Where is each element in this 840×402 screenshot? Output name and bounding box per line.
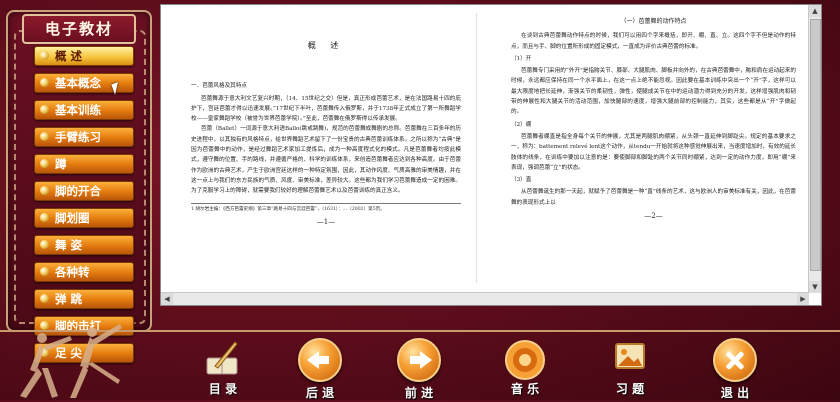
nav-label: 音 乐 — [510, 382, 540, 396]
bullet-icon — [40, 78, 49, 87]
nav-label: 习 题 — [615, 382, 645, 396]
sidebar-item-label: 各种转 — [55, 265, 90, 279]
paragraph: 芭蕾（Ballet）一词源于意大利语Ballo(跳或跳舞)，规范的芭蕾舞成舞剧的… — [191, 126, 461, 195]
bullet-icon — [40, 132, 49, 141]
paragraph: 从芭蕾舞诞生的那一天起，就赋予了芭蕾舞是一种“直”线条的艺术，这与欧洲人的审美标… — [511, 189, 796, 206]
sidebar-item-label: 弹 跳 — [55, 292, 83, 306]
sidebar-item-rond-de-jambe[interactable]: 脚划圈 — [34, 208, 134, 228]
scroll-up-icon[interactable]: ▲ — [809, 5, 821, 17]
scroll-down-icon[interactable]: ▼ — [809, 281, 821, 293]
document-viewer[interactable]: 概 述 一．芭蕾风格及其特点 芭蕾舞源于意大利文艺复兴时期，（14、15世纪之交… — [160, 4, 822, 306]
sidebar-item-label: 基本训练 — [55, 103, 101, 117]
exercises-button[interactable]: 习 题 — [595, 338, 665, 396]
footnote: 1 胡尔岩主编：《西方芭蕾史纲》第三章“路易十四与宫廷芭蕾”，（1631）：…（… — [191, 202, 461, 214]
nav-label: 目 录 — [208, 382, 238, 396]
sidebar-item-label: 概 述 — [55, 49, 83, 63]
section-title: 一．芭蕾风格及其特点 — [191, 83, 247, 90]
paragraph: 芭蕾舞专门采用的“外开”是指胯关节、膝部、大腿肌肉、脚板并向外的，在古典芭蕾舞中… — [511, 68, 796, 116]
page-left: 概 述 一．芭蕾风格及其特点 芭蕾舞源于意大利文艺复兴时期，（14、15世纪之交… — [191, 13, 461, 227]
bullet-icon — [40, 267, 49, 276]
sidebar-item-plie[interactable]: 蹲 — [34, 154, 134, 174]
paragraph: 芭蕾舞者绷直是指全身每个关节的伸展，尤其是两腿肌肉绷紧，从头颈一直延伸到脚趾尖。… — [511, 133, 796, 171]
subsection-title: （2）绷 — [511, 121, 532, 128]
sidebar-item-poses[interactable]: 舞 姿 — [34, 235, 134, 255]
paragraph: 芭蕾舞源于意大利文艺复兴时期，（14、15世纪之交）但是，真正形成芭蕾艺术，是在… — [191, 95, 461, 123]
bullet-icon — [40, 294, 49, 303]
sidebar-item-basic-training[interactable]: 基本训练 — [34, 100, 134, 120]
sidebar-item-label: 脚的开合 — [55, 184, 101, 198]
music-button[interactable]: 音 乐 — [490, 338, 560, 396]
page-divider — [476, 13, 477, 283]
bullet-icon — [40, 105, 49, 114]
bullet-icon — [40, 159, 49, 168]
nav-label: 退 出 — [720, 386, 750, 400]
forward-button[interactable]: 前 进 — [384, 338, 454, 400]
nav-label: 后 退 — [305, 386, 335, 400]
sidebar-item-foot-open-close[interactable]: 脚的开合 — [34, 181, 134, 201]
exit-button[interactable]: 退 出 — [700, 338, 770, 400]
picture-icon — [615, 343, 645, 369]
nav-label: 前 进 — [404, 386, 434, 400]
sidebar-item-jumps[interactable]: 弹 跳 — [34, 289, 134, 309]
page-number: —2— — [644, 212, 663, 221]
sidebar-item-label: 手臂练习 — [55, 130, 101, 144]
ballet-dancers-image — [20, 324, 122, 398]
horizontal-scrollbar[interactable]: ◀ ▶ — [161, 292, 809, 305]
sidebar-item-turns[interactable]: 各种转 — [34, 262, 134, 282]
sidebar-item-label: 脚划圈 — [55, 211, 90, 225]
music-note-icon — [505, 340, 545, 380]
sidebar-item-label: 舞 姿 — [55, 238, 83, 252]
app-title: 电子教材 — [22, 14, 136, 44]
toc-button[interactable]: 目 录 — [188, 338, 258, 396]
paragraph: 在谈到古典芭蕾舞动作特点的时候，我们可以用四个字来概括，即开、绷、直、立。这四个… — [511, 33, 796, 50]
sidebar-item-arm-exercises[interactable]: 手臂练习 — [34, 127, 134, 147]
bullet-icon — [40, 186, 49, 195]
sidebar-item-label: 基本概念 — [55, 76, 101, 90]
sidebar-item-label: 蹲 — [55, 157, 67, 171]
vertical-scrollbar[interactable]: ▲ ▼ — [808, 5, 821, 293]
subsection-title: （1）开 — [511, 55, 532, 62]
arrow-right-icon — [397, 338, 441, 382]
section-title: （一）芭蕾舞的动作特点 — [620, 18, 687, 25]
scrollbar-thumb[interactable] — [810, 19, 821, 271]
bullet-icon — [40, 213, 49, 222]
bullet-icon — [40, 240, 49, 249]
page-heading: 概 述 — [307, 41, 345, 50]
subsection-title: （3）直 — [511, 177, 532, 184]
bullet-icon — [40, 51, 49, 60]
close-icon — [713, 338, 757, 382]
arrow-left-icon — [298, 338, 342, 382]
back-button[interactable]: 后 退 — [285, 338, 355, 400]
scroll-left-icon[interactable]: ◀ — [161, 293, 173, 305]
page-number: —1— — [316, 217, 336, 226]
scroll-right-icon[interactable]: ▶ — [797, 293, 809, 305]
page-right: （一）芭蕾舞的动作特点 在谈到古典芭蕾舞动作特点的时候，我们可以用四个字来概括，… — [511, 13, 796, 221]
book-quill-icon — [206, 341, 238, 375]
sidebar-item-overview[interactable]: 概 述 — [34, 46, 134, 66]
